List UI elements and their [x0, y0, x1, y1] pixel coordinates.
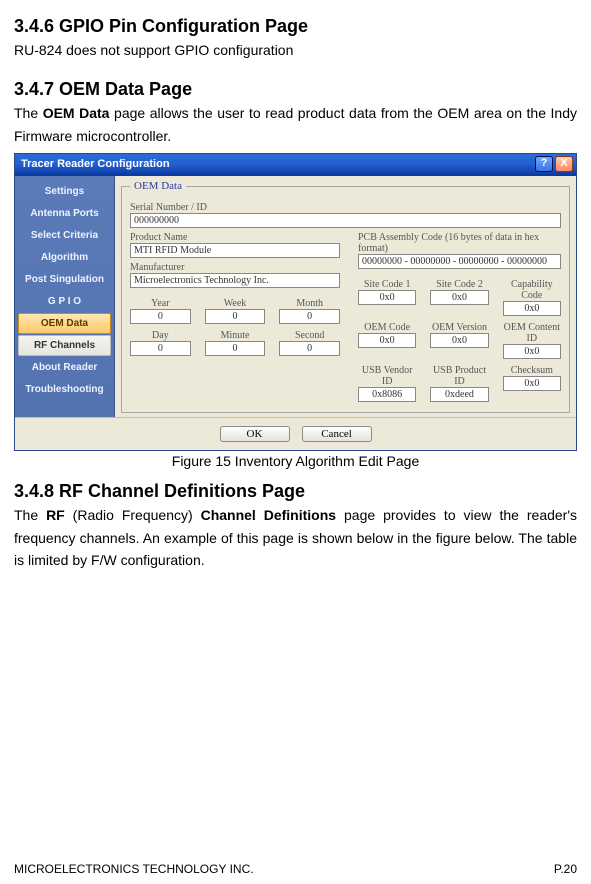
day-label: Day	[130, 330, 191, 341]
footer-page: P.20	[554, 862, 577, 876]
manufacturer-label: Manufacturer	[130, 262, 340, 273]
oemid-label: OEM Content ID	[503, 322, 561, 344]
oemcode-label: OEM Code	[358, 322, 416, 333]
cap-label: Capability Code	[503, 279, 561, 301]
pcb-field[interactable]: 00000000 - 00000000 - 00000000 - 0000000…	[358, 254, 561, 269]
text-347-pre: The	[14, 105, 43, 121]
text-347-bold: OEM Data	[43, 105, 110, 121]
text-348-b2: Channel Definitions	[201, 507, 337, 523]
footer-company: MICROELECTRONICS TECHNOLOGY INC.	[14, 862, 254, 876]
checksum-label: Checksum	[503, 365, 561, 376]
serial-field[interactable]: 000000000	[130, 213, 561, 228]
second-label: Second	[279, 330, 340, 341]
text-346: RU-824 does not support GPIO configurati…	[14, 39, 577, 61]
text-348: The RF (Radio Frequency) Channel Definit…	[14, 504, 577, 571]
minute-field[interactable]: 0	[205, 341, 266, 356]
content-pane: OEM Data Serial Number / ID 000000000 Pr…	[115, 176, 576, 417]
minute-label: Minute	[205, 330, 266, 341]
button-bar: OK Cancel	[15, 417, 576, 450]
product-id-field[interactable]: 0xdeed	[430, 387, 488, 402]
page-footer: MICROELECTRONICS TECHNOLOGY INC. P.20	[14, 862, 577, 876]
site2-field[interactable]: 0x0	[430, 290, 488, 305]
oemver-field[interactable]: 0x0	[430, 333, 488, 348]
oemid-field[interactable]: 0x0	[503, 344, 561, 359]
year-label: Year	[130, 298, 191, 309]
product-label: Product Name	[130, 232, 340, 243]
site2-label: Site Code 2	[430, 279, 488, 290]
sidebar-item-gpio[interactable]: G P I O	[18, 291, 111, 312]
config-window: Tracer Reader Configuration ? X Settings…	[14, 153, 577, 451]
pcb-label: PCB Assembly Code (16 bytes of data in h…	[358, 232, 561, 254]
sidebar-item-select[interactable]: Select Criteria	[18, 225, 111, 246]
text-348-2: (Radio Frequency)	[65, 507, 201, 523]
checksum-field[interactable]: 0x0	[503, 376, 561, 391]
vendor-field[interactable]: 0x8086	[358, 387, 416, 402]
cancel-button[interactable]: Cancel	[302, 426, 372, 442]
sidebar-item-postsing[interactable]: Post Singulation	[18, 269, 111, 290]
week-field[interactable]: 0	[205, 309, 266, 324]
text-348-1: The	[14, 507, 46, 523]
ok-button[interactable]: OK	[220, 426, 290, 442]
product-field[interactable]: MTI RFID Module	[130, 243, 340, 258]
titlebar[interactable]: Tracer Reader Configuration ? X	[15, 154, 576, 176]
serial-label: Serial Number / ID	[130, 202, 561, 213]
sidebar-item-trouble[interactable]: Troubleshooting	[18, 379, 111, 400]
manufacturer-field[interactable]: Microelectronics Technology Inc.	[130, 273, 340, 288]
text-348-b1: RF	[46, 507, 65, 523]
sidebar-item-rf[interactable]: RF Channels	[18, 335, 111, 356]
day-field[interactable]: 0	[130, 341, 191, 356]
vendor-label: USB Vendor ID	[358, 365, 416, 387]
second-field[interactable]: 0	[279, 341, 340, 356]
sidebar-item-algorithm[interactable]: Algorithm	[18, 247, 111, 268]
oem-fieldset: OEM Data Serial Number / ID 000000000 Pr…	[121, 180, 570, 413]
close-button[interactable]: X	[555, 156, 573, 172]
cap-field[interactable]: 0x0	[503, 301, 561, 316]
sidebar-item-settings[interactable]: Settings	[18, 181, 111, 202]
window-title: Tracer Reader Configuration	[21, 158, 170, 170]
product-id-label: USB Product ID	[430, 365, 488, 387]
sidebar-item-about[interactable]: About Reader	[18, 357, 111, 378]
oemcode-field[interactable]: 0x0	[358, 333, 416, 348]
heading-346: 3.4.6 GPIO Pin Configuration Page	[14, 16, 577, 37]
sidebar-item-oem[interactable]: OEM Data	[18, 313, 111, 334]
oemver-label: OEM Version	[430, 322, 488, 333]
heading-347: 3.4.7 OEM Data Page	[14, 79, 577, 100]
help-button[interactable]: ?	[535, 156, 553, 172]
week-label: Week	[205, 298, 266, 309]
sidebar-item-antenna[interactable]: Antenna Ports	[18, 203, 111, 224]
text-347: The OEM Data page allows the user to rea…	[14, 102, 577, 147]
figure-caption: Figure 15 Inventory Algorithm Edit Page	[14, 453, 577, 469]
fieldset-legend: OEM Data	[130, 180, 186, 192]
month-field[interactable]: 0	[279, 309, 340, 324]
site1-label: Site Code 1	[358, 279, 416, 290]
heading-348: 3.4.8 RF Channel Definitions Page	[14, 481, 577, 502]
sidebar: Settings Antenna Ports Select Criteria A…	[15, 176, 115, 417]
site1-field[interactable]: 0x0	[358, 290, 416, 305]
year-field[interactable]: 0	[130, 309, 191, 324]
month-label: Month	[279, 298, 340, 309]
